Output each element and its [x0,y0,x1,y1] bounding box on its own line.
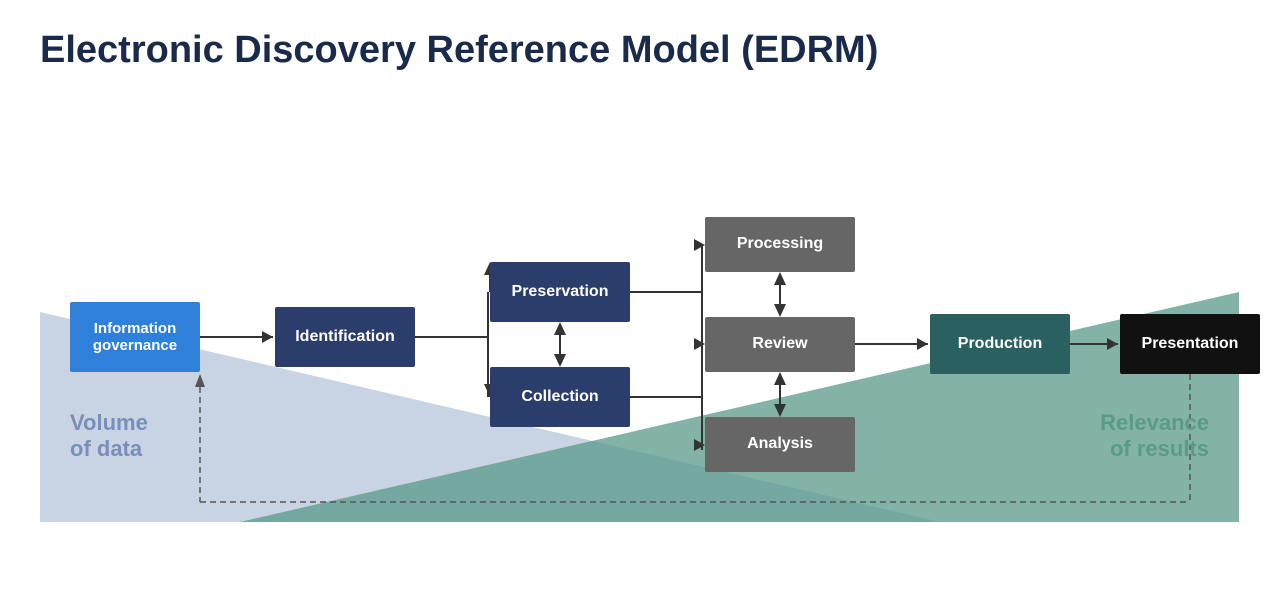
page-container: Electronic Discovery Reference Model (ED… [0,0,1279,593]
box-identification: Identification [275,307,415,367]
box-analysis: Analysis [705,417,855,472]
box-information-governance: Information governance [70,302,200,372]
box-preservation: Preservation [490,262,630,322]
box-review: Review [705,317,855,372]
box-processing: Processing [705,217,855,272]
box-collection: Collection [490,367,630,427]
page-title: Electronic Discovery Reference Model (ED… [40,30,1239,72]
label-relevance: Relevanceof results [1100,410,1209,462]
label-volume: Volumeof data [70,410,148,462]
diagram-area: Information governance Identification Pr… [40,102,1239,522]
diagram-svg [40,102,1239,522]
box-presentation: Presentation [1120,314,1260,374]
box-production: Production [930,314,1070,374]
